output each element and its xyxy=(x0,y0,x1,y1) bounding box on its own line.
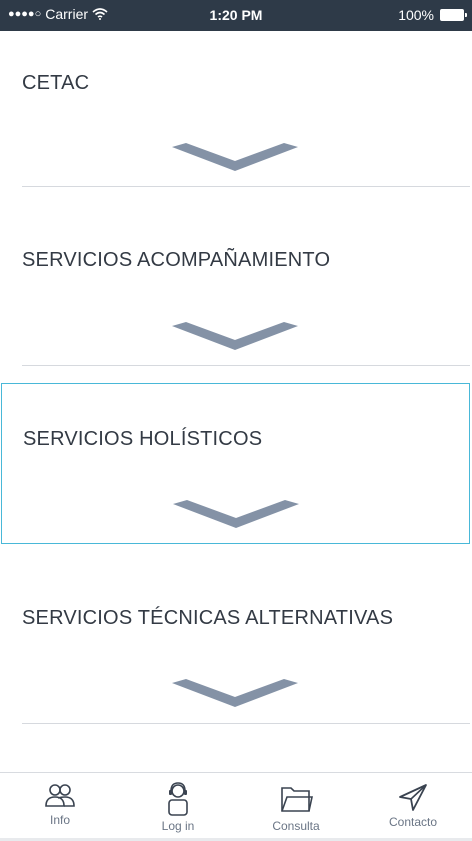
app-screen: ●●●●○ Carrier 1:20 PM 100% CETAC SERVICI… xyxy=(0,0,472,841)
tab-contacto[interactable]: Contacto xyxy=(368,781,458,829)
tab-consulta[interactable]: Consulta xyxy=(251,781,341,833)
chevron-down-icon[interactable] xyxy=(170,139,300,171)
user-headset-icon xyxy=(168,782,188,816)
chevron-down-icon[interactable] xyxy=(170,675,300,707)
section-title: CETAC xyxy=(22,72,90,94)
tab-info[interactable]: Info xyxy=(15,781,105,827)
section-divider xyxy=(22,723,470,724)
section-servicios-holisticos[interactable]: SERVICIOS HOLÍSTICOS xyxy=(1,383,470,544)
section-cetac[interactable]: CETAC xyxy=(0,31,472,188)
battery-icon xyxy=(440,9,467,21)
section-servicios-acompanamiento[interactable]: SERVICIOS ACOMPAÑAMIENTO xyxy=(0,188,472,366)
section-title: SERVICIOS ACOMPAÑAMIENTO xyxy=(22,249,331,271)
status-bar: ●●●●○ Carrier 1:20 PM 100% xyxy=(0,0,472,31)
chevron-down-icon[interactable] xyxy=(171,496,301,528)
section-divider xyxy=(22,186,470,187)
tab-login[interactable]: Log in xyxy=(133,781,223,833)
tab-label: Info xyxy=(49,813,70,827)
battery-percent: 100% xyxy=(398,7,434,23)
section-divider xyxy=(22,365,470,366)
tab-bar: Info Log in Consulta Contacto xyxy=(0,772,472,841)
chevron-down-icon[interactable] xyxy=(170,318,300,350)
tab-label: Consulta xyxy=(272,819,320,833)
section-title: SERVICIOS TÉCNICAS ALTERNATIVAS xyxy=(22,607,394,629)
folder-icon xyxy=(281,787,313,812)
section-title: SERVICIOS HOLÍSTICOS xyxy=(23,428,263,450)
tab-label: Log in xyxy=(161,819,195,833)
users-icon xyxy=(45,784,75,807)
status-right: 100% xyxy=(398,7,467,23)
section-servicios-tecnicas-alternativas[interactable]: SERVICIOS TÉCNICAS ALTERNATIVAS xyxy=(0,544,472,725)
tab-label: Contacto xyxy=(388,815,438,829)
paper-plane-icon xyxy=(399,784,427,811)
